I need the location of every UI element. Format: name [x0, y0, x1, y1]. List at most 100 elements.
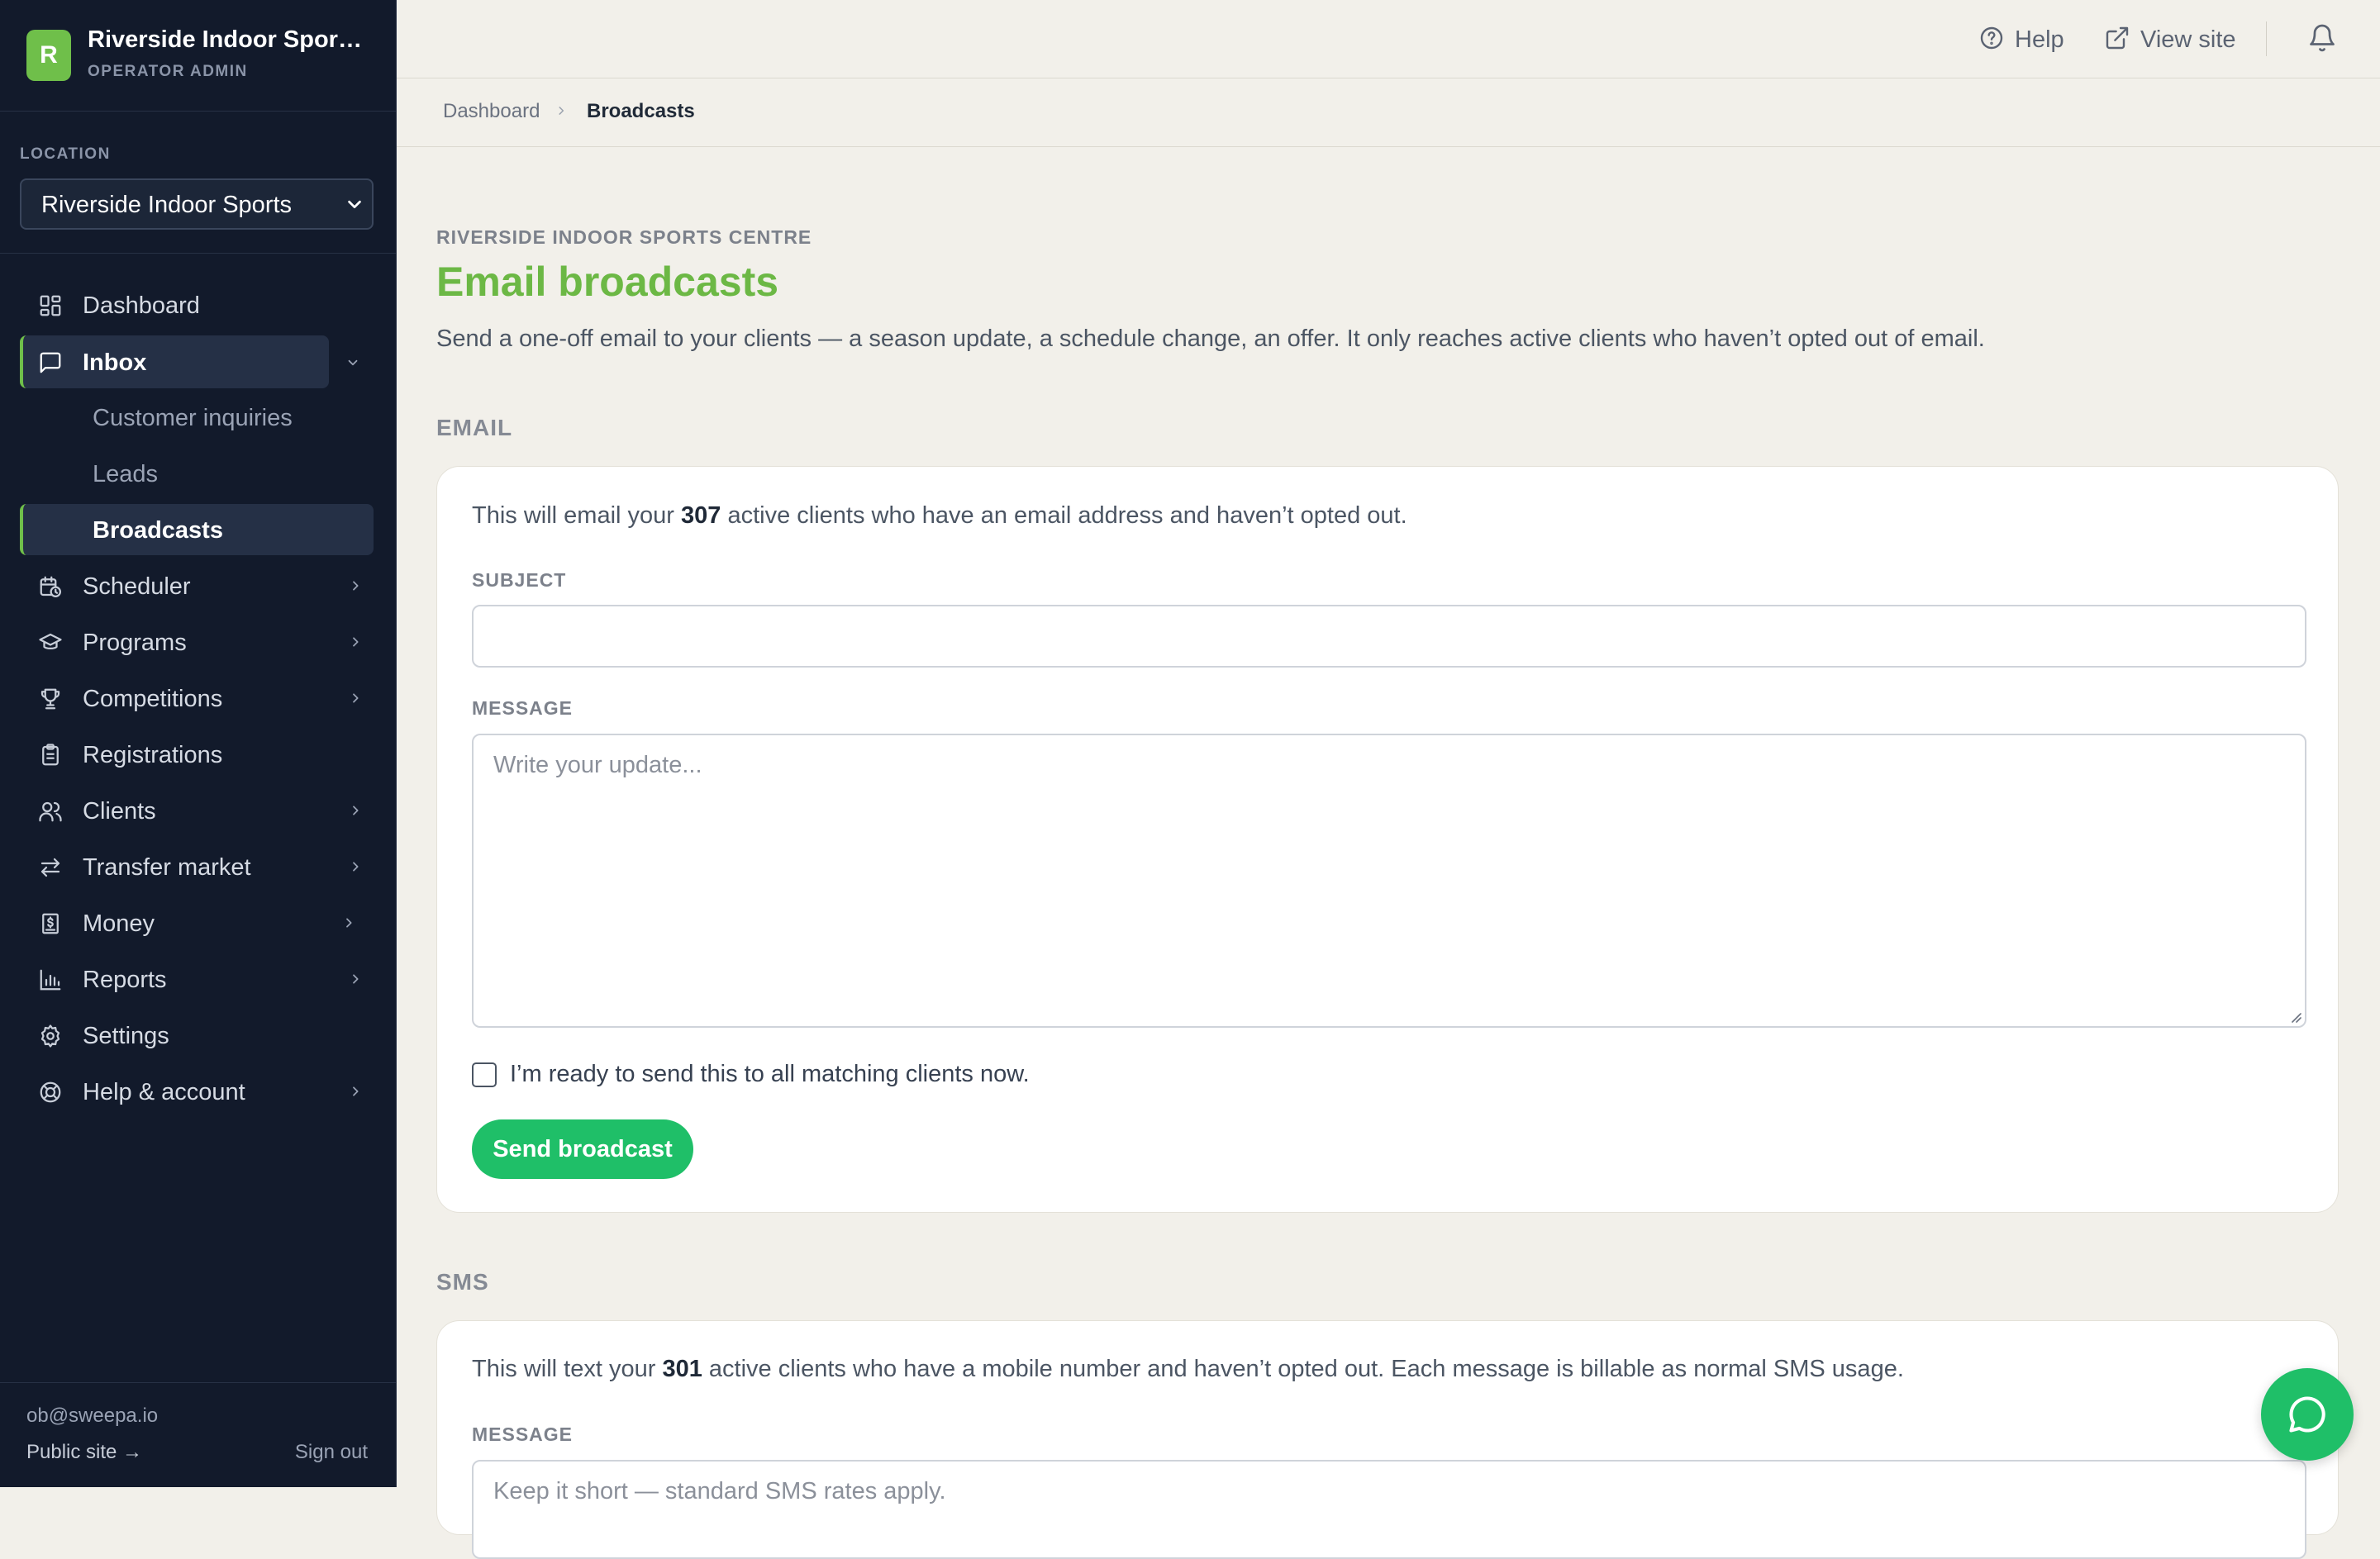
calendar-clock-icon — [40, 576, 61, 597]
help-circle-icon — [1980, 26, 2003, 50]
brand-role: OPERATOR ADMIN — [88, 63, 248, 80]
brand-logo: R — [26, 30, 71, 81]
chevron-right-icon — [559, 107, 564, 115]
chevron-right-icon — [346, 918, 352, 928]
page-eyebrow: RIVERSIDE INDOOR SPORTS CENTRE — [436, 226, 812, 248]
chevron-right-icon — [353, 581, 359, 591]
chevron-down-icon — [348, 200, 361, 209]
sidebar-subitem-customer-inquiries[interactable]: Customer inquiries — [20, 392, 374, 443]
sidebar-item-inbox[interactable]: Inbox — [20, 335, 329, 388]
clipboard-icon — [42, 744, 59, 766]
sidebar-footer-divider — [0, 1382, 396, 1383]
chevron-right-icon — [353, 806, 359, 815]
email-section-label: EMAIL — [436, 415, 513, 440]
chevron-right-icon — [353, 974, 359, 984]
brand-name: Riverside Indoor Sports ... — [88, 26, 369, 53]
sidebar-subitem-leads[interactable]: Leads — [20, 448, 374, 499]
page-title: Email broadcasts — [436, 259, 779, 305]
chat-bubble-icon — [2289, 1396, 2325, 1433]
breadcrumb-current: Broadcasts — [587, 100, 695, 122]
sidebar-item-label: Scheduler — [83, 573, 191, 600]
sidebar-item-clients[interactable]: Clients — [20, 784, 374, 837]
sidebar-divider — [0, 253, 396, 254]
sidebar-item-dashboard[interactable]: Dashboard — [20, 278, 374, 331]
bell-icon[interactable] — [2307, 23, 2337, 53]
top-bar: Help View site — [397, 0, 2380, 78]
resize-handle-icon[interactable] — [2288, 1010, 2301, 1023]
sidebar-item-transfer-market[interactable]: Transfer market — [20, 840, 374, 893]
sidebar-item-label: Help & account — [83, 1079, 245, 1105]
sidebar-item-reports[interactable]: Reports — [20, 953, 374, 1005]
trophy-icon — [40, 688, 60, 710]
sidebar-item-label: Dashboard — [83, 292, 200, 319]
gear-icon — [40, 1024, 60, 1048]
message-label: MESSAGE — [472, 697, 574, 719]
email-recipient-count: 307 — [681, 502, 721, 529]
breadcrumb-dashboard[interactable]: Dashboard — [443, 100, 540, 123]
email-broadcast-card: This will email your 307 active clients … — [436, 466, 2339, 1213]
external-link-icon — [2106, 26, 2129, 50]
sms-audience-text: This will text your 301 active clients w… — [472, 1356, 1904, 1382]
users-icon — [39, 801, 62, 822]
sms-message-placeholder: Keep it short — standard SMS rates apply… — [493, 1478, 946, 1504]
chevron-right-icon — [353, 862, 359, 872]
location-select-value: Riverside Indoor Sports — [41, 192, 293, 218]
sidebar-item-label: Money — [83, 910, 155, 937]
sidebar-subitem-label: Customer inquiries — [93, 405, 293, 431]
arrows-left-right-icon — [40, 858, 60, 877]
chevron-right-icon — [353, 637, 359, 647]
sms-message-textarea[interactable]: Keep it short — standard SMS rates apply… — [472, 1460, 2306, 1559]
sidebar-subitem-label: Broadcasts — [93, 517, 223, 544]
sidebar-item-scheduler[interactable]: Scheduler — [20, 559, 374, 612]
chat-button[interactable] — [2261, 1368, 2354, 1461]
sidebar-item-money[interactable]: Money — [20, 896, 374, 949]
message-square-icon — [40, 352, 61, 373]
view-site-label: View site — [2140, 26, 2236, 53]
sidebar-item-label: Inbox — [83, 349, 147, 376]
email-message-textarea[interactable]: Write your update... — [472, 734, 2306, 1028]
sidebar: R Riverside Indoor Sports ... OPERATOR A… — [0, 0, 397, 1487]
public-site-link[interactable]: Public site → — [26, 1441, 142, 1464]
topbar-divider — [2266, 21, 2267, 56]
sidebar-subitem-label: Leads — [93, 461, 159, 487]
sms-message-label: MESSAGE — [472, 1424, 574, 1445]
dashboard-icon — [40, 295, 61, 316]
sidebar-item-label: Clients — [83, 798, 156, 825]
sidebar-item-label: Registrations — [83, 742, 223, 768]
life-buoy-icon — [40, 1081, 61, 1103]
sign-out-link[interactable]: Sign out — [295, 1441, 368, 1464]
email-message-placeholder: Write your update... — [493, 752, 702, 778]
bar-chart-icon — [40, 969, 61, 991]
location-label: LOCATION — [20, 145, 111, 163]
send-broadcast-button[interactable]: Send broadcast — [472, 1119, 693, 1179]
graduation-cap-icon — [39, 633, 62, 649]
sidebar-subitem-broadcasts[interactable]: Broadcasts — [20, 504, 374, 555]
subject-input[interactable] — [472, 605, 2306, 668]
sidebar-item-label: Settings — [83, 1023, 169, 1049]
sidebar-item-programs[interactable]: Programs — [20, 616, 374, 668]
user-email: ob@sweepa.io — [26, 1405, 159, 1427]
sidebar-item-label: Competitions — [83, 686, 223, 712]
receipt-dollar-icon — [42, 913, 59, 934]
sidebar-item-label: Transfer market — [83, 854, 251, 881]
sms-recipient-count: 301 — [662, 1356, 702, 1382]
confirm-send-checkbox[interactable] — [472, 1062, 497, 1087]
sidebar-item-competitions[interactable]: Competitions — [20, 672, 374, 725]
brand-header[interactable]: R Riverside Indoor Sports ... OPERATOR A… — [0, 0, 396, 112]
sidebar-item-settings[interactable]: Settings — [20, 1009, 374, 1062]
sidebar-item-label: Programs — [83, 630, 187, 656]
breadcrumb: Dashboard Broadcasts — [397, 78, 2380, 147]
chevron-right-icon — [353, 693, 359, 703]
sidebar-item-registrations[interactable]: Registrations — [20, 728, 374, 781]
location-select[interactable]: Riverside Indoor Sports — [20, 178, 374, 230]
sidebar-item-label: Reports — [83, 967, 167, 993]
sidebar-item-help-account[interactable]: Help & account — [20, 1065, 374, 1118]
sms-broadcast-card: This will text your 301 active clients w… — [436, 1320, 2339, 1559]
email-audience-text: This will email your 307 active clients … — [472, 502, 1407, 529]
page-description: Send a one-off email to your clients — a… — [436, 326, 1985, 352]
chevron-down-icon[interactable] — [345, 355, 360, 370]
subject-label: SUBJECT — [472, 569, 567, 591]
help-label: Help — [2015, 26, 2064, 53]
chevron-right-icon — [353, 1086, 359, 1096]
confirm-send-label[interactable]: I’m ready to send this to all matching c… — [510, 1061, 1030, 1088]
